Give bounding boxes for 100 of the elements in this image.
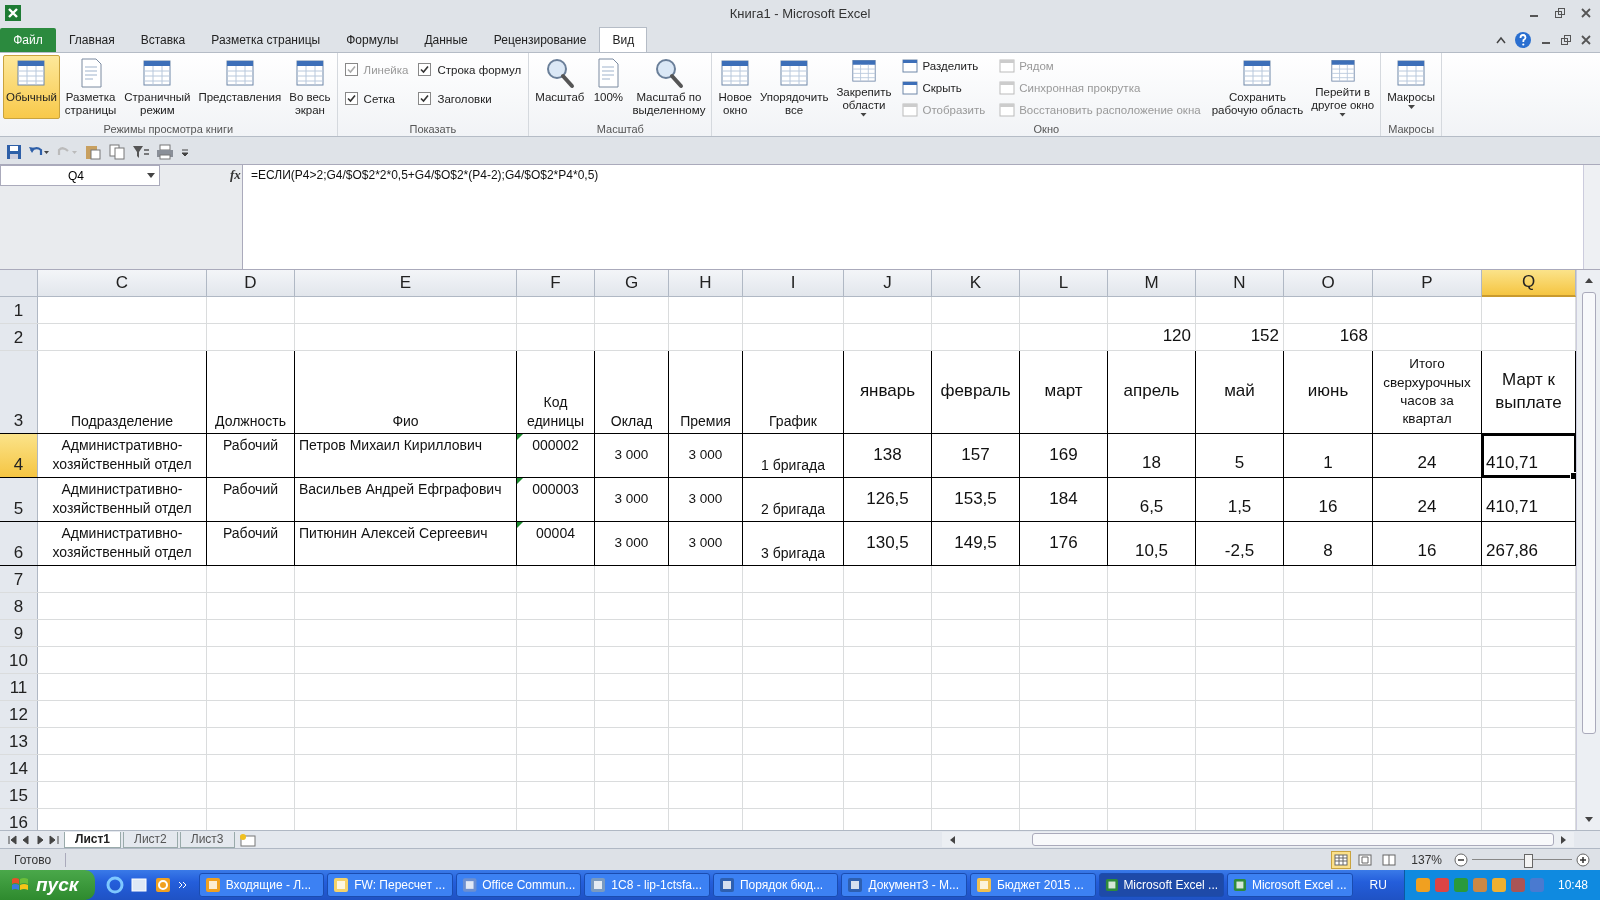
checkbox[interactable]: Сетка <box>344 85 409 112</box>
ribbon-tab[interactable]: Главная <box>56 27 128 52</box>
filter-icon[interactable] <box>132 143 150 160</box>
ribbon-button[interactable]: Обычный <box>3 54 60 119</box>
row-header[interactable]: 14 <box>0 754 38 781</box>
column-header[interactable]: F <box>517 269 595 297</box>
ribbon-tab[interactable]: Вид <box>599 26 648 52</box>
ribbon-button[interactable]: Перейти в другое окно <box>1308 54 1378 119</box>
close-icon[interactable] <box>1580 33 1592 46</box>
ribbon-button[interactable]: Во весь экран <box>286 54 334 119</box>
formula-scrollbar[interactable] <box>1583 165 1600 269</box>
zoom-level[interactable]: 137% <box>1411 852 1442 867</box>
browser-icon[interactable] <box>105 876 124 894</box>
column-header[interactable]: K <box>932 269 1020 297</box>
row-header[interactable]: 4 <box>0 433 38 477</box>
taskbar-button[interactable]: Порядок бюд... <box>712 873 839 897</box>
ribbon-button[interactable]: Представления <box>195 54 285 119</box>
row-header[interactable]: 11 <box>0 673 38 700</box>
column-header[interactable]: P <box>1373 269 1482 297</box>
ribbon-tab[interactable]: Формулы <box>333 27 412 52</box>
taskbar-button[interactable]: Microsoft Excel ... <box>1227 873 1353 897</box>
ribbon-button[interactable]: Масштаб <box>532 54 588 119</box>
zoom-slider[interactable] <box>1472 851 1572 868</box>
row-header[interactable]: 9 <box>0 619 38 646</box>
column-header[interactable]: H <box>669 269 743 297</box>
column-header[interactable]: G <box>595 269 669 297</box>
sheet-tab[interactable]: Лист1 <box>64 831 122 848</box>
taskbar-button[interactable]: 1С8 - lip-1ctsfa... <box>584 873 710 897</box>
column-header[interactable]: N <box>1196 269 1284 297</box>
ribbon-button[interactable]: Масштаб по выделенному <box>629 54 709 119</box>
row-header[interactable]: 15 <box>0 781 38 808</box>
ribbon-button[interactable]: Макросы <box>1384 54 1439 119</box>
column-header[interactable]: C <box>38 269 207 297</box>
name-box[interactable]: Q4 <box>0 165 160 187</box>
checkbox[interactable]: Строка формул <box>418 56 522 83</box>
zoom-out-icon[interactable] <box>1454 852 1468 867</box>
restore-icon[interactable] <box>1560 33 1572 46</box>
sheet-tab[interactable]: Лист2 <box>123 831 178 848</box>
scroll-thumb[interactable] <box>1581 291 1596 734</box>
ribbon-button[interactable]: Страничный режим <box>121 54 194 119</box>
row-header[interactable]: 3 <box>0 350 38 433</box>
collapse-ribbon-icon[interactable] <box>1496 35 1506 44</box>
formula-field[interactable]: =ЕСЛИ(P4>2;G4/$O$2*2*0,5+G4/$O$2*(P4-2);G4/$O$2*P4*0,5) <box>243 165 1583 269</box>
scroll-left-icon[interactable] <box>948 834 956 845</box>
view-button[interactable] <box>1331 850 1352 869</box>
column-header[interactable]: E <box>295 269 517 297</box>
copy-icon[interactable] <box>108 143 126 160</box>
paste-icon[interactable] <box>84 143 102 160</box>
row-header[interactable]: 10 <box>0 646 38 673</box>
ribbon-tab[interactable]: Разметка страницы <box>198 27 334 52</box>
horizontal-scrollbar[interactable] <box>942 832 1574 848</box>
row-header[interactable]: 5 <box>0 477 38 521</box>
ribbon-button[interactable]: Новое окно <box>715 54 755 119</box>
row-header[interactable]: 13 <box>0 727 38 754</box>
save-icon[interactable] <box>6 143 22 160</box>
ribbon-button[interactable]: Закрепить области <box>833 54 895 119</box>
row-header[interactable]: 12 <box>0 700 38 727</box>
start-button[interactable]: пуск <box>0 870 95 900</box>
row-header[interactable]: 16 <box>0 808 38 831</box>
slider-thumb[interactable] <box>1524 853 1533 868</box>
ribbon-button[interactable]: 100% <box>589 54 628 119</box>
insert-function-button[interactable]: fx <box>230 167 241 184</box>
zoom-in-icon[interactable] <box>1576 852 1590 867</box>
more-icon[interactable] <box>177 880 188 890</box>
taskbar-button[interactable]: Входящие - Л... <box>198 873 325 897</box>
sheet-navigation-icon[interactable] <box>6 833 62 846</box>
sheet-tab[interactable]: Лист3 <box>179 831 235 848</box>
row-header[interactable]: 8 <box>0 592 38 619</box>
row-header[interactable]: 7 <box>0 565 38 592</box>
taskbar-button[interactable]: Microsoft Excel ... <box>1098 873 1225 897</box>
taskbar-button[interactable]: FW: Пересчет ... <box>327 873 453 897</box>
language-indicator[interactable]: RU <box>1369 878 1387 892</box>
column-header[interactable]: L <box>1020 269 1108 297</box>
close-icon[interactable] <box>1580 7 1592 20</box>
file-tab[interactable]: Файл <box>0 27 56 52</box>
desktop-icon[interactable] <box>129 876 148 894</box>
column-header[interactable]: D <box>207 269 295 297</box>
ribbon-button[interactable]: Разделить <box>900 56 988 76</box>
column-header[interactable]: M <box>1108 269 1196 297</box>
mail-app-icon[interactable] <box>153 876 172 894</box>
print-icon[interactable] <box>156 143 174 160</box>
row-header[interactable]: 1 <box>0 296 38 323</box>
ribbon-tab[interactable]: Рецензирование <box>480 27 600 52</box>
column-header[interactable]: Q <box>1482 269 1576 297</box>
scroll-right-icon[interactable] <box>1560 834 1568 845</box>
checkbox[interactable]: Заголовки <box>418 85 522 112</box>
column-header[interactable]: J <box>844 269 932 297</box>
ribbon-button[interactable]: Разметка страницы <box>61 54 120 119</box>
column-header[interactable]: O <box>1284 269 1373 297</box>
ribbon-button[interactable]: Сохранить рабочую область <box>1208 54 1307 119</box>
row-header[interactable]: 2 <box>0 323 38 350</box>
help-icon[interactable] <box>1514 30 1532 49</box>
taskbar-button[interactable]: Бюджет 2015 ... <box>969 873 1096 897</box>
ribbon-button[interactable]: Скрыть <box>900 78 988 98</box>
fill-handle[interactable] <box>1570 471 1576 480</box>
column-header[interactable]: I <box>743 269 844 297</box>
taskbar-button[interactable]: Документ3 - М... <box>841 873 967 897</box>
ribbon-tab[interactable]: Вставка <box>127 27 199 52</box>
scroll-thumb[interactable] <box>1032 833 1554 847</box>
row-header[interactable]: 6 <box>0 521 38 565</box>
